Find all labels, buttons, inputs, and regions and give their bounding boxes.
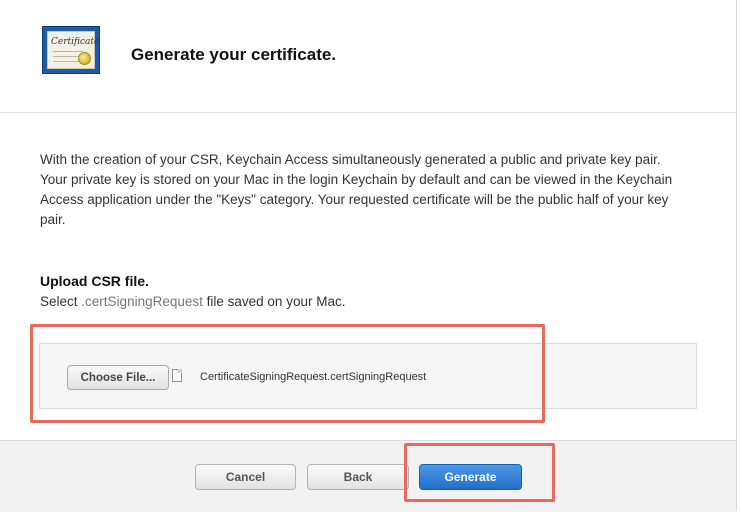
upload-instructions: Select .certSigningRequest file saved on… <box>40 294 345 309</box>
page-title: Generate your certificate. <box>131 45 337 64</box>
description-text: With the creation of your CSR, Keychain … <box>40 152 673 227</box>
seal-icon <box>78 52 91 65</box>
certificate-icon: Certificate <box>42 26 100 74</box>
generate-button-highlight <box>404 443 555 502</box>
cancel-button[interactable]: Cancel <box>195 464 296 490</box>
upload-instructions-prefix: Select <box>40 294 78 309</box>
file-extension: .certSigningRequest <box>81 294 203 309</box>
certificate-panel: Certificate Generate your certificate. W… <box>0 0 737 512</box>
upload-instructions-suffix: file saved on your Mac. <box>206 294 346 309</box>
panel-header: Certificate Generate your certificate. <box>0 0 736 113</box>
back-button[interactable]: Back <box>307 464 409 490</box>
upload-title: Upload CSR file. <box>40 273 149 289</box>
file-upload-highlight <box>30 324 545 423</box>
certificate-icon-text: Certificate <box>51 37 100 47</box>
